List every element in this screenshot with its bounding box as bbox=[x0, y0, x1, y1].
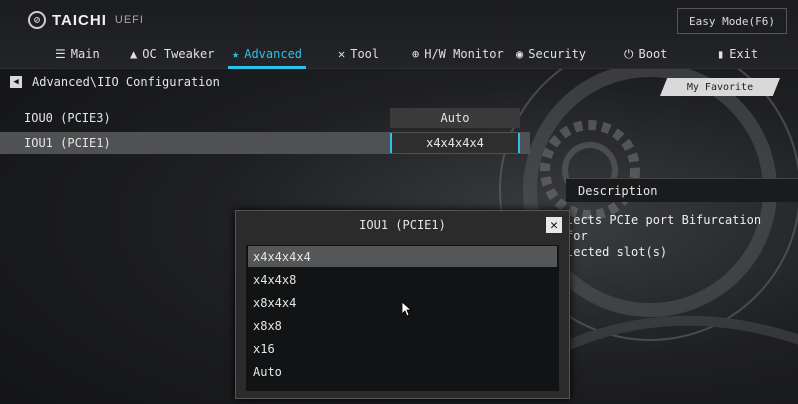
monitor-icon: ⊕ bbox=[412, 47, 420, 61]
tab-boot-label: Boot bbox=[638, 47, 668, 61]
setting-label: IOU1 (PCIE1) bbox=[24, 136, 111, 150]
rocket-icon: ▲ bbox=[130, 47, 138, 61]
list-icon: ☰ bbox=[55, 47, 66, 61]
tab-security-label: Security bbox=[528, 47, 587, 61]
brand-name: TAICHI bbox=[52, 11, 107, 29]
tab-main-label: Main bbox=[70, 47, 100, 61]
tab-advanced[interactable]: ★ Advanced bbox=[227, 42, 307, 69]
tab-tool[interactable]: ✕ Tool bbox=[338, 42, 379, 66]
option-list: x4x4x4x4 x4x4x8 x8x4x4 x8x8 x16 Auto bbox=[246, 245, 559, 391]
tab-oc-tweaker[interactable]: ▲ OC Tweaker bbox=[130, 42, 214, 66]
description-title: Description bbox=[566, 178, 798, 202]
easy-mode-button[interactable]: Easy Mode(F6) bbox=[677, 8, 787, 34]
tab-oc-tweaker-label: OC Tweaker bbox=[142, 47, 215, 61]
tab-tool-label: Tool bbox=[350, 47, 380, 61]
setting-value[interactable]: Auto bbox=[390, 108, 520, 128]
back-arrow-icon[interactable]: ◀ bbox=[10, 76, 22, 88]
setting-label: IOU0 (PCIE3) bbox=[24, 111, 111, 125]
breadcrumb-path: Advanced\IIO Configuration bbox=[32, 75, 220, 89]
option-item[interactable]: x16 bbox=[248, 338, 557, 359]
mouse-cursor-icon bbox=[402, 302, 412, 316]
taichi-logo-icon: ⊘ bbox=[28, 11, 46, 29]
option-item[interactable]: x4x4x8 bbox=[248, 269, 557, 290]
setting-value[interactable]: x4x4x4x4 bbox=[390, 133, 520, 153]
my-favorite-button[interactable]: My Favorite bbox=[660, 78, 780, 96]
description-line: lected slot(s) bbox=[566, 245, 668, 259]
tab-main[interactable]: ☰ Main bbox=[55, 42, 100, 66]
top-bar: ⊘ TAICHI UEFI Easy Mode(F6) ☰ Main ▲ OC … bbox=[0, 0, 798, 69]
tab-exit-label: Exit bbox=[729, 47, 759, 61]
tab-boot[interactable]: ⏻ Boot bbox=[624, 42, 667, 66]
tab-exit[interactable]: ▮ Exit bbox=[717, 42, 758, 66]
taichi-logo: ⊘ TAICHI UEFI bbox=[28, 10, 144, 30]
power-icon: ⏻ bbox=[624, 46, 634, 61]
breadcrumb: ◀ Advanced\IIO Configuration bbox=[10, 74, 220, 90]
tab-security[interactable]: ◉ Security bbox=[516, 42, 586, 66]
popup-title: IOU1 (PCIE1) bbox=[359, 218, 446, 232]
option-item[interactable]: x4x4x4x4 bbox=[248, 246, 557, 267]
tab-hw-monitor[interactable]: ⊕ H/W Monitor bbox=[412, 42, 504, 66]
tab-advanced-label: Advanced bbox=[244, 47, 303, 61]
tab-hw-monitor-label: H/W Monitor bbox=[424, 47, 504, 61]
main-tabs: ☰ Main ▲ OC Tweaker ★ Advanced ✕ Tool ⊕ … bbox=[0, 42, 798, 69]
setting-row-iou0[interactable]: IOU0 (PCIE3) Auto bbox=[0, 107, 530, 129]
tools-icon: ✕ bbox=[338, 47, 346, 61]
shield-icon: ◉ bbox=[516, 47, 524, 61]
exit-icon: ▮ bbox=[717, 47, 725, 61]
description-text: lects PCIe port Bifurcation for lected s… bbox=[566, 212, 786, 260]
option-item[interactable]: x8x8 bbox=[248, 315, 557, 336]
option-item[interactable]: Auto bbox=[248, 361, 557, 382]
brand-sub: UEFI bbox=[114, 14, 144, 26]
description-line: lects PCIe port Bifurcation for bbox=[566, 213, 762, 243]
star-icon: ★ bbox=[232, 47, 240, 61]
close-icon[interactable]: ✕ bbox=[546, 217, 562, 233]
setting-row-iou1[interactable]: IOU1 (PCIE1) x4x4x4x4 bbox=[0, 132, 530, 154]
